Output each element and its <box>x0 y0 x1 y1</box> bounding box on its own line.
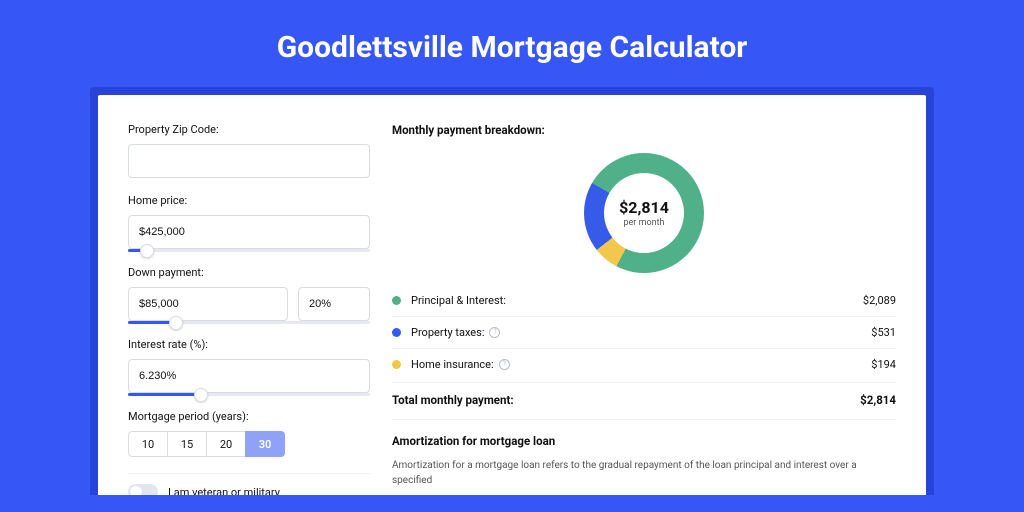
slider-thumb[interactable] <box>169 316 183 330</box>
legend-label-text: Principal & Interest: <box>411 294 506 307</box>
legend-value: $2,089 <box>863 294 896 307</box>
amort-text: Amortization for a mortgage loan refers … <box>392 458 896 488</box>
donut-wrap: $2,814 per month <box>392 149 896 285</box>
down-payment-label: Down payment: <box>128 266 370 279</box>
calculator-panel: Property Zip Code: Home price: Down paym… <box>98 95 926 495</box>
down-payment-slider[interactable] <box>128 321 370 324</box>
legend-row: Home insurance:?$194 <box>392 349 896 380</box>
donut-chart: $2,814 per month <box>584 153 704 273</box>
amort-title: Amortization for mortgage loan <box>392 434 896 448</box>
legend-value: $194 <box>871 358 896 371</box>
panel-outer: Property Zip Code: Home price: Down paym… <box>90 87 934 495</box>
divider <box>128 473 370 474</box>
interest-rate-label: Interest rate (%): <box>128 338 370 351</box>
legend-label-text: Home insurance: <box>411 358 494 371</box>
interest-rate-input[interactable] <box>128 359 370 393</box>
breakdown-column: Monthly payment breakdown: $2,814 per mo… <box>392 123 896 495</box>
legend-label-text: Property taxes: <box>411 326 484 339</box>
period-option-10[interactable]: 10 <box>128 431 168 457</box>
legend-dot <box>392 328 401 337</box>
period-label: Mortgage period (years): <box>128 410 370 423</box>
donut-sub: per month <box>623 218 664 228</box>
total-value: $2,814 <box>860 393 896 407</box>
legend-row: Property taxes:?$531 <box>392 317 896 348</box>
slider-thumb[interactable] <box>140 244 154 258</box>
period-option-30[interactable]: 30 <box>245 431 285 457</box>
total-row: Total monthly payment: $2,814 <box>392 382 896 419</box>
home-price-label: Home price: <box>128 194 370 207</box>
down-payment-input[interactable] <box>128 287 288 321</box>
field-zip: Property Zip Code: <box>128 123 370 178</box>
legend: Principal & Interest: $2,089 Property taxe… <box>392 285 896 380</box>
veteran-toggle[interactable] <box>128 484 158 495</box>
field-home-price: Home price: <box>128 194 370 252</box>
down-payment-pct-input[interactable] <box>298 287 370 321</box>
field-down-payment: Down payment: <box>128 266 370 324</box>
veteran-row: I am veteran or military <box>128 484 370 495</box>
field-period: Mortgage period (years): 10152030 <box>128 410 370 457</box>
legend-dot <box>392 296 401 305</box>
donut-center: $2,814 per month <box>604 173 684 253</box>
total-label: Total monthly payment: <box>392 393 860 407</box>
period-option-20[interactable]: 20 <box>206 431 246 457</box>
field-interest-rate: Interest rate (%): <box>128 338 370 396</box>
veteran-label: I am veteran or military <box>168 486 280 496</box>
period-option-15[interactable]: 15 <box>167 431 207 457</box>
toggle-knob <box>130 486 142 495</box>
divider <box>392 419 896 420</box>
legend-label: Home insurance:? <box>411 358 871 371</box>
slider-thumb[interactable] <box>194 388 208 402</box>
zip-label: Property Zip Code: <box>128 123 370 136</box>
donut-amount: $2,814 <box>619 198 669 217</box>
info-icon[interactable]: ? <box>499 359 510 370</box>
page-title: Goodlettsville Mortgage Calculator <box>0 0 1024 87</box>
legend-label: Property taxes:? <box>411 326 871 339</box>
legend-row: Principal & Interest: $2,089 <box>392 285 896 316</box>
info-icon[interactable]: ? <box>489 327 500 338</box>
legend-dot <box>392 360 401 369</box>
interest-rate-slider[interactable] <box>128 393 370 396</box>
legend-value: $531 <box>871 326 896 339</box>
home-price-slider[interactable] <box>128 249 370 252</box>
breakdown-title: Monthly payment breakdown: <box>392 123 896 137</box>
legend-label: Principal & Interest: <box>411 294 863 307</box>
home-price-input[interactable] <box>128 215 370 249</box>
form-column: Property Zip Code: Home price: Down paym… <box>128 123 370 495</box>
zip-input[interactable] <box>128 144 370 178</box>
